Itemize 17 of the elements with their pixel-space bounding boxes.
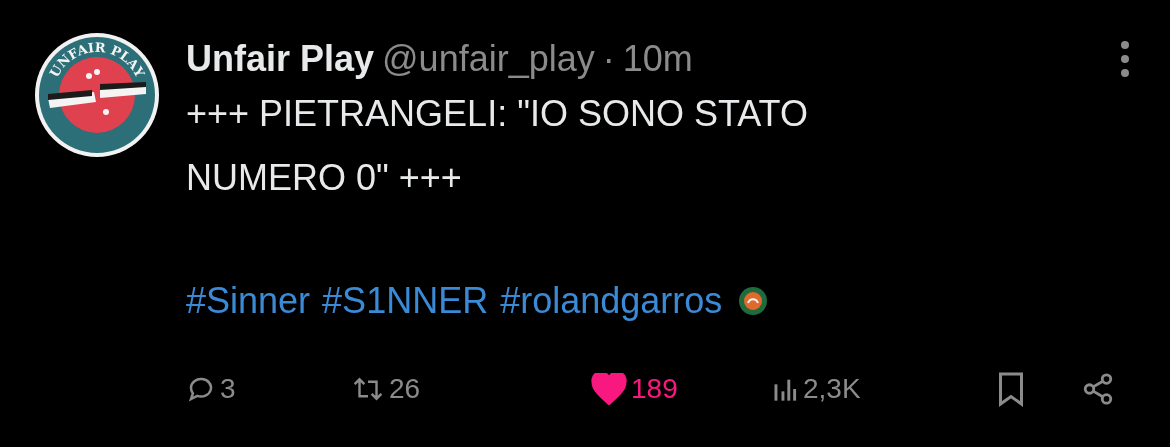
share-icon[interactable] (1081, 372, 1115, 406)
views-count: 2,3K (803, 372, 861, 406)
post-time: 10m (622, 37, 693, 81)
like-count: 189 (631, 372, 678, 406)
repost-count: 26 (389, 372, 421, 406)
hashtag-link[interactable]: #Sinner (186, 274, 311, 328)
hashtag-link[interactable]: #S1NNER (322, 274, 489, 328)
author-name[interactable]: Unfair Play (186, 32, 375, 86)
reply-count: 3 (220, 372, 236, 406)
author-handle[interactable]: @unfair_play (382, 32, 595, 86)
post-text: +++ PIETRANGELI: "IO SONO STATO NUMERO 0" +++ (186, 92, 809, 200)
bookmark-icon[interactable] (996, 371, 1026, 407)
tennis-badge-icon (738, 286, 769, 316)
more-icon[interactable] (1120, 39, 1130, 79)
heart-icon[interactable] (591, 373, 627, 405)
hashtag-link[interactable]: #rolandgarros (500, 274, 723, 328)
separator: · (602, 37, 615, 81)
